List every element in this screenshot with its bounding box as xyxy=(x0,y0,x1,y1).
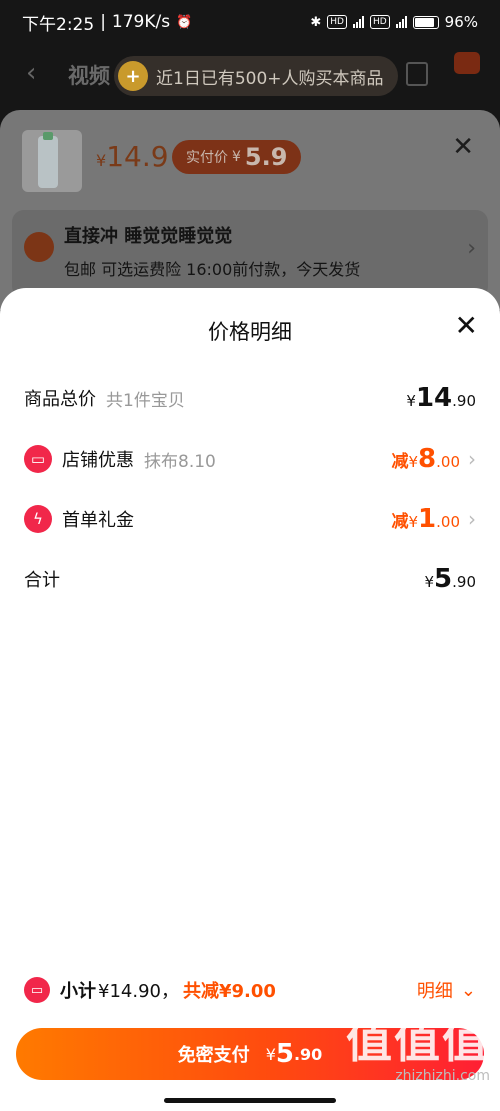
minus-prefix: 减 xyxy=(391,512,409,532)
status-time: 下午2:25 xyxy=(22,14,95,35)
coupon-icon: ▭ xyxy=(24,977,50,1003)
signal-icon-2 xyxy=(395,16,407,28)
row-sub: 共1件宝贝 xyxy=(106,390,185,411)
share-icon[interactable] xyxy=(406,62,428,86)
discount-amount: 共减¥9.00 xyxy=(182,981,276,1002)
row-value: ¥ 5 .90 xyxy=(425,564,477,594)
actual-price-value: 5.9 xyxy=(244,143,288,171)
value-dec: .90 xyxy=(452,392,476,410)
product-thumbnail xyxy=(22,130,82,192)
yen-symbol: ¥ xyxy=(408,453,419,471)
watermark-logo: 值值值 xyxy=(346,1014,490,1068)
status-bar: 下午2:25 | 179K/s ⏰ ✱ HD HD 96% xyxy=(0,0,500,44)
subtotal-label: 小计 xyxy=(60,981,96,1002)
pay-label: 免密支付 xyxy=(177,1045,250,1066)
product-price: ¥14.9 xyxy=(96,140,169,173)
close-icon-background[interactable]: ✕ xyxy=(452,132,474,162)
back-icon[interactable]: ‹ xyxy=(26,58,36,88)
alarm-icon: ⏰ xyxy=(176,14,193,30)
chevron-down-icon: ⌄ xyxy=(460,979,476,1001)
detail-toggle[interactable]: 明细 ⌄ xyxy=(417,977,476,1003)
row-sub: 抹布8.10 xyxy=(144,451,216,472)
row-shop-discount[interactable]: ▭ 店铺优惠 抹布8.10 减 ¥ 8 .00 › xyxy=(24,439,476,479)
value-int: 14 xyxy=(415,383,453,413)
row-first-order-gift[interactable]: ϟ 首单礼金 减 ¥ 1 .00 › xyxy=(24,499,476,539)
row-label: 店铺优惠 xyxy=(62,450,134,471)
pay-dec: .90 xyxy=(293,1044,323,1064)
minus-prefix: 减 xyxy=(391,452,409,472)
row-total: 合计 ¥ 5 .90 xyxy=(24,559,476,599)
status-separator: | xyxy=(100,12,106,32)
value-int: 8 xyxy=(418,444,437,474)
battery-level: 96% xyxy=(444,13,478,31)
row-value: ¥ 14 .90 xyxy=(406,383,476,413)
battery-icon xyxy=(412,15,439,29)
actual-price-pill: 实付价 ¥ 5.9 xyxy=(172,140,302,174)
shipping-info: 包邮 可选运费险 16:00前付款，今天发货 xyxy=(64,260,361,279)
row-label: 首单礼金 xyxy=(62,510,134,531)
bluetooth-icon: ✱ xyxy=(310,14,322,30)
location-icon xyxy=(24,232,54,262)
value-dec: .00 xyxy=(436,453,460,471)
address-card[interactable]: 直接冲 睡觉觉睡觉觉 包邮 可选运费险 16:00前付款，今天发货 › xyxy=(12,210,488,298)
bag-icon: + xyxy=(118,61,148,91)
home-indicator xyxy=(164,1098,336,1103)
tab-video[interactable]: 视频 xyxy=(68,60,110,90)
pay-int: 5 xyxy=(275,1039,294,1069)
row-label: 商品总价 xyxy=(24,389,96,410)
watermark-url: zhizhizhi.com xyxy=(395,1068,490,1084)
chevron-right-icon: › xyxy=(467,236,476,261)
banner-text: 近1日已有500+人购买本商品 xyxy=(156,68,384,89)
value-int: 5 xyxy=(434,564,453,594)
price-detail-sheet: 价格明细 ✕ 商品总价 共1件宝贝 ¥ 14 .90 ▭ 店铺优惠 抹布8.10… xyxy=(0,288,500,1111)
actual-price-label: 实付价 xyxy=(186,150,228,166)
cart-badge[interactable] xyxy=(454,52,480,74)
subtotal-bar: ▭ 小计 ¥14.90， 共减¥9.00 明细 ⌄ xyxy=(24,972,476,1008)
yen-symbol: ¥ xyxy=(424,573,435,591)
lightning-icon: ϟ xyxy=(24,505,52,533)
product-price-value: 14.9 xyxy=(106,140,169,173)
subtotal-amount: ¥14.90， xyxy=(98,981,179,1002)
shop-coupon-icon: ▭ xyxy=(24,445,52,473)
bottle-image xyxy=(38,132,58,188)
hd-icon-2: HD xyxy=(369,15,390,29)
order-panel-dimmed: ¥14.9 实付价 ¥ 5.9 ✕ 直接冲 睡觉觉睡觉觉 包邮 可选运费险 16… xyxy=(0,110,500,310)
row-label: 合计 xyxy=(24,570,60,591)
close-icon[interactable]: ✕ xyxy=(455,312,478,340)
chevron-right-icon: › xyxy=(468,507,476,531)
actual-price-yen: ¥ xyxy=(232,149,241,165)
watermark: 值值值 zhizhizhi.com xyxy=(346,1018,490,1084)
network-speed: 179K/s xyxy=(111,12,171,32)
row-value: 减 ¥ 8 .00 xyxy=(392,444,461,474)
pay-yen: ¥ xyxy=(265,1044,276,1064)
product-nav: ‹ 视频 + 近1日已有500+人购买本商品 xyxy=(0,48,500,104)
yen-symbol: ¥ xyxy=(408,513,419,531)
chevron-right-icon: › xyxy=(468,447,476,471)
detail-label: 明细 xyxy=(416,981,453,1002)
purchase-banner: + 近1日已有500+人购买本商品 xyxy=(114,56,398,96)
signal-icon xyxy=(352,16,364,28)
value-dec: .90 xyxy=(452,573,476,591)
sheet-title: 价格明细 xyxy=(208,320,292,344)
row-goods-total: 商品总价 共1件宝贝 ¥ 14 .90 xyxy=(24,378,476,418)
hd-icon: HD xyxy=(327,15,347,29)
value-dec: .00 xyxy=(436,513,460,531)
address-name: 直接冲 睡觉觉睡觉觉 xyxy=(64,226,233,247)
value-int: 1 xyxy=(418,504,437,534)
yen-symbol: ¥ xyxy=(406,392,416,410)
row-value: 减 ¥ 1 .00 xyxy=(392,504,461,534)
